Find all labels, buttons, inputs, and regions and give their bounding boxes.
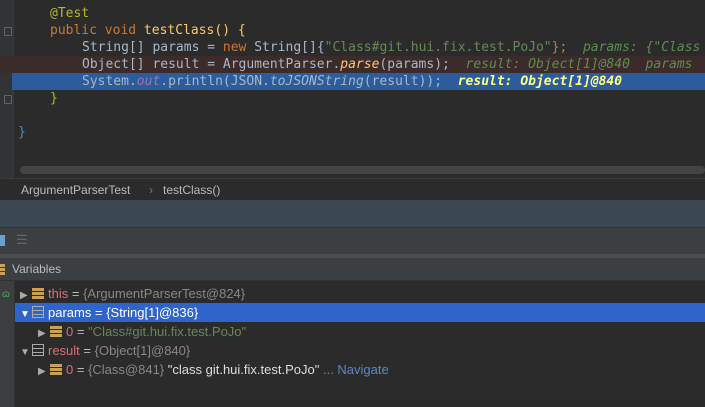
var-value: {Object[1]@840} bbox=[94, 343, 191, 358]
code-text: }; bbox=[551, 40, 568, 55]
keyword: public void bbox=[50, 23, 137, 38]
code-text: System. bbox=[82, 74, 137, 89]
breadcrumb-item[interactable]: ArgumentParserTest bbox=[21, 179, 130, 201]
breadcrumb-item[interactable]: testClass() bbox=[163, 179, 220, 201]
var-name: 0 bbox=[66, 362, 74, 377]
var-name: result bbox=[48, 343, 80, 358]
field-icon bbox=[50, 364, 62, 375]
variable-row[interactable]: ▶ 0 = {Class@841} "class git.hui.fix.test… bbox=[15, 360, 705, 379]
inline-debug-hint: params: {"Class bbox=[582, 40, 701, 55]
restore-layout-icon[interactable]: ☰ bbox=[16, 232, 28, 248]
code-line: Object[] result = ArgumentParser.parse(p… bbox=[0, 56, 705, 73]
breadcrumb: ArgumentParserTest › testClass() bbox=[0, 178, 705, 200]
debug-frames-bar bbox=[0, 200, 705, 228]
code-text: (result)); bbox=[363, 74, 443, 89]
code-text: } bbox=[18, 125, 26, 140]
inline-debug-hint: result: Object[1]@840 bbox=[457, 74, 623, 89]
code-line: @Test bbox=[0, 5, 705, 22]
string-literal: "Class#git.hui.fix.test.PoJo" bbox=[324, 40, 552, 55]
variables-header: Variables bbox=[0, 258, 705, 281]
method-call: parse bbox=[340, 57, 380, 72]
array-icon bbox=[32, 344, 44, 356]
var-name: params bbox=[48, 305, 92, 320]
array-icon bbox=[32, 306, 44, 318]
horizontal-scrollbar[interactable] bbox=[20, 166, 705, 174]
code-text: () { bbox=[214, 23, 246, 38]
watch-icon[interactable]: ɷ bbox=[2, 289, 10, 300]
var-value: {Class@841} bbox=[88, 362, 165, 377]
code-editor[interactable]: @Test public void testClass() { String[]… bbox=[0, 0, 705, 178]
code-line: } bbox=[0, 124, 705, 141]
code-text: (params); bbox=[379, 57, 450, 72]
var-value: {ArgumentParserTest@824} bbox=[83, 286, 246, 301]
annotation: @Test bbox=[50, 6, 90, 21]
var-name: this bbox=[48, 286, 69, 301]
expand-icon[interactable]: ▶ bbox=[38, 362, 50, 381]
variable-row[interactable]: ▶ this = {ArgumentParserTest@824} bbox=[15, 284, 705, 303]
layout-icon[interactable] bbox=[0, 235, 5, 246]
navigate-link[interactable]: ... Navigate bbox=[323, 362, 389, 377]
method-name: testClass bbox=[143, 23, 215, 38]
variable-row-selected[interactable]: ▼ params = {String[1]@836} bbox=[15, 303, 705, 322]
variables-tree[interactable]: ɷ ▶ this = {ArgumentParserTest@824} ▼ para… bbox=[0, 281, 705, 407]
breadcrumb-separator: › bbox=[149, 183, 153, 197]
variables-icon bbox=[0, 264, 5, 275]
field-icon bbox=[32, 288, 44, 299]
current-execution-line: System.out.println(JSON.toJSONString(res… bbox=[12, 73, 705, 90]
variables-title: Variables bbox=[12, 262, 62, 276]
field-icon bbox=[50, 326, 62, 337]
debug-toolbar: ☰ bbox=[0, 228, 705, 254]
variable-row[interactable]: ▶ 0 = "Class#git.hui.fix.test.PoJo" bbox=[15, 322, 705, 341]
code-line: } bbox=[0, 90, 705, 107]
variable-row[interactable]: ▼ result = {Object[1]@840} bbox=[15, 341, 705, 360]
variables-side-toolbar: ɷ bbox=[0, 281, 15, 407]
inline-debug-hint: result: Object[1]@840 params bbox=[465, 57, 693, 72]
code-line: String[] params = new String[]{"Class#gi… bbox=[0, 39, 705, 56]
code-text: String[] params = bbox=[82, 40, 223, 55]
static-field: out bbox=[136, 74, 161, 89]
var-name: 0 bbox=[66, 324, 74, 339]
code-text: String[]{ bbox=[246, 40, 325, 55]
var-value: "Class#git.hui.fix.test.PoJo" bbox=[88, 324, 247, 339]
method-call: toJSONString bbox=[269, 74, 364, 89]
code-text: Object[] result = ArgumentParser. bbox=[82, 57, 341, 72]
var-value: {String[1]@836} bbox=[106, 305, 199, 320]
code-text: .println(JSON. bbox=[160, 74, 270, 89]
code-line: public void testClass() { bbox=[0, 22, 705, 39]
code-text: } bbox=[50, 91, 58, 106]
var-tostring: "class git.hui.fix.test.PoJo" bbox=[167, 362, 320, 377]
keyword: new bbox=[222, 40, 247, 55]
